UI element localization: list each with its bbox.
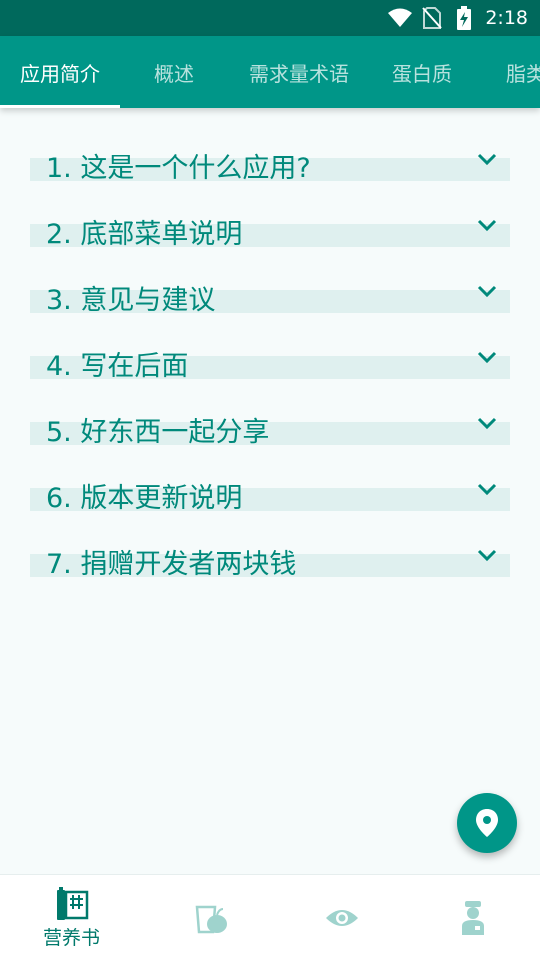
nav-item-fruit[interactable] xyxy=(143,875,278,960)
tab-indicator xyxy=(0,105,120,108)
chevron-down-icon[interactable] xyxy=(476,412,498,434)
chevron-down-icon[interactable] xyxy=(476,148,498,170)
book-icon xyxy=(56,886,88,920)
bottom-navigation: 营养书 xyxy=(0,874,540,960)
faq-item-feedback[interactable]: 3. 意见与建议 xyxy=(30,240,510,316)
location-fab-button[interactable] xyxy=(457,793,517,853)
faq-list: 1. 这是一个什么应用? 2. 底部菜单说明 3. 意见与建议 4. 写在后面 … xyxy=(0,108,540,874)
chevron-down-icon[interactable] xyxy=(476,346,498,368)
battery-charging-icon xyxy=(451,5,477,31)
chevron-down-icon[interactable] xyxy=(476,214,498,236)
tab-lipids[interactable]: 脂类 xyxy=(474,36,540,108)
eye-icon xyxy=(325,910,358,926)
location-pin-icon xyxy=(476,809,498,837)
tab-protein[interactable]: 蛋白质 xyxy=(370,36,474,108)
doctor-icon xyxy=(461,901,484,935)
wifi-icon xyxy=(387,5,413,31)
status-bar: 2:18 xyxy=(0,0,540,36)
status-time: 2:18 xyxy=(485,7,528,29)
nav-label: 营养书 xyxy=(42,926,100,949)
faq-item-afterword[interactable]: 4. 写在后面 xyxy=(30,306,510,382)
faq-item-what-is-app[interactable]: 1. 这是一个什么应用? xyxy=(30,108,510,184)
faq-item-share[interactable]: 5. 好东西一起分享 xyxy=(30,372,510,448)
tab-app-intro[interactable]: 应用简介 xyxy=(0,36,120,108)
nav-item-nutrition-book[interactable]: 营养书 xyxy=(4,875,139,960)
tab-overview[interactable]: 概述 xyxy=(120,36,228,108)
chevron-down-icon[interactable] xyxy=(476,280,498,302)
faq-item-version-notes[interactable]: 6. 版本更新说明 xyxy=(30,438,510,514)
faq-item-donate[interactable]: 7. 捐赠开发者两块钱 xyxy=(30,504,510,580)
no-sim-icon xyxy=(419,5,445,31)
tab-bar: 应用简介 概述 需求量术语 蛋白质 脂类 xyxy=(0,36,540,108)
nav-item-eye[interactable] xyxy=(274,875,409,960)
chevron-down-icon[interactable] xyxy=(476,478,498,500)
chevron-down-icon[interactable] xyxy=(476,544,498,566)
faq-item-bottom-menu[interactable]: 2. 底部菜单说明 xyxy=(30,174,510,250)
fruit-icon xyxy=(195,905,227,934)
nav-item-doctor[interactable] xyxy=(405,875,540,960)
tab-requirement-terms[interactable]: 需求量术语 xyxy=(228,36,370,108)
faq-label: 7. 捐赠开发者两块钱 xyxy=(46,549,297,580)
